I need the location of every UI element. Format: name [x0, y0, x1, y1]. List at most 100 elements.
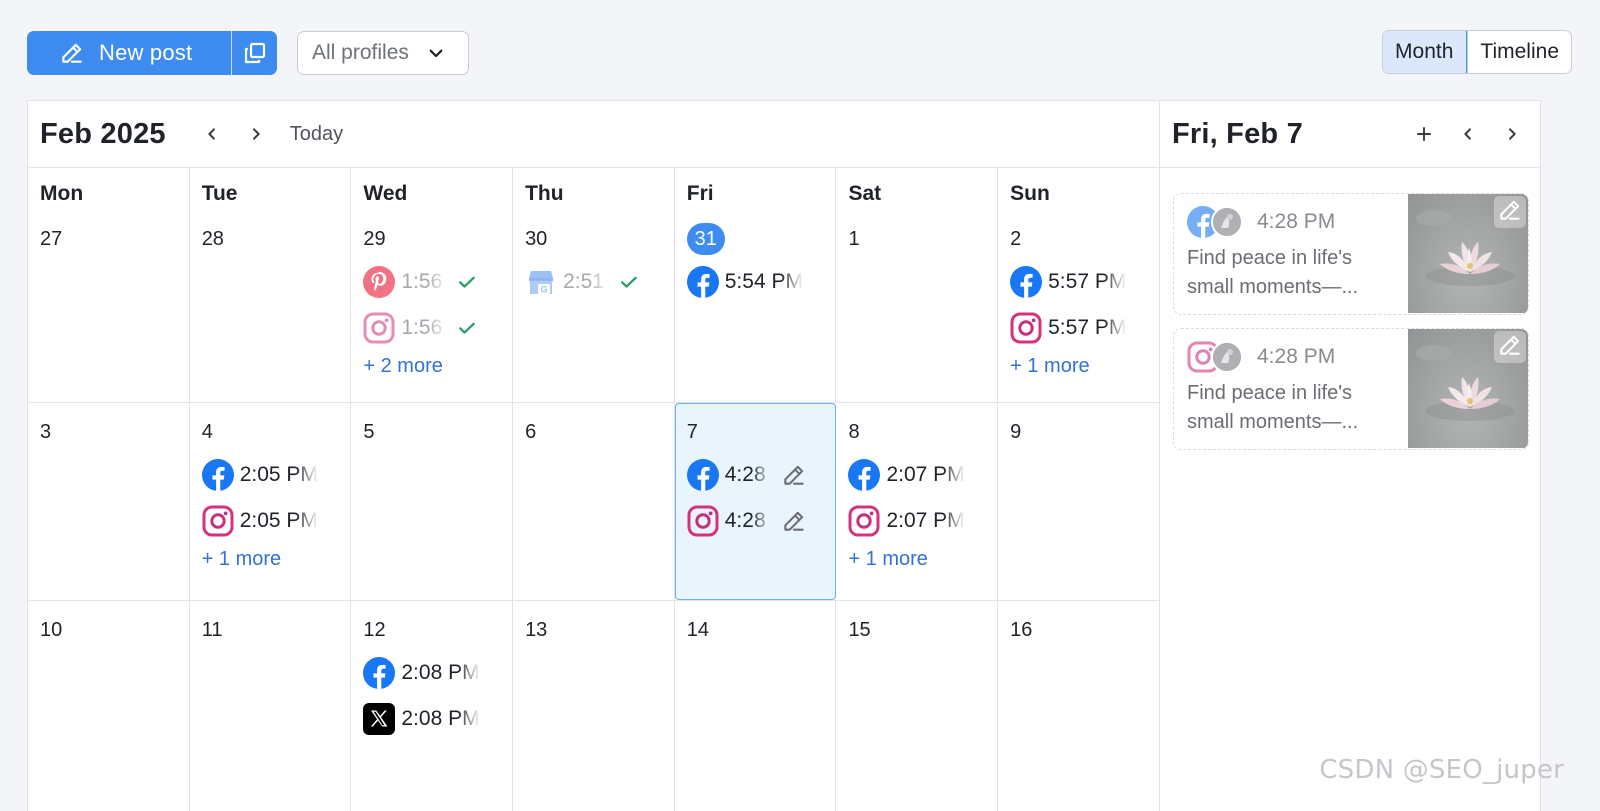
calendar-day-cell[interactable]: 6 — [513, 403, 675, 600]
calendar-day-cell[interactable]: Tue 28 — [190, 168, 352, 402]
check-icon — [457, 272, 477, 292]
scheduled-post[interactable]: 1:56 PM — [363, 311, 500, 345]
day-number-label: 11 — [201, 618, 223, 641]
more-posts-link[interactable]: + 1 more — [848, 548, 985, 574]
scheduled-post[interactable]: 2:08 PM — [363, 702, 500, 736]
edit-icon[interactable] — [781, 508, 807, 534]
edit-icon[interactable] — [781, 462, 807, 488]
post-time: 5:54 PM — [724, 270, 803, 294]
day-number: 15 — [848, 616, 985, 644]
copy-icon — [244, 42, 265, 64]
check-icon — [457, 318, 477, 338]
post-avatars — [1187, 341, 1245, 373]
profiles-dropdown-label: All profiles — [312, 41, 409, 64]
calendar-day-cell[interactable]: 15 — [836, 601, 999, 811]
weekday-header: Tue — [201, 182, 238, 205]
prev-day-button[interactable] — [1448, 114, 1488, 154]
day-number-label: 10 — [40, 618, 63, 641]
post-preview-time: 4:28 PM — [1257, 345, 1336, 368]
post-time: 4:28 PM — [725, 463, 773, 487]
post-preview-card[interactable]: 4:28 PM Find peace in life's small moment… — [1173, 193, 1529, 315]
day-number-label: 7 — [686, 420, 698, 443]
calendar-day-cell[interactable]: 11 — [190, 601, 352, 811]
calendar-day-cell[interactable]: 4 2:05 PM 2:05 PM + 1 more — [190, 403, 352, 600]
scheduled-post[interactable]: 2:05 PM — [201, 458, 339, 492]
day-number-label: 4 — [201, 420, 213, 443]
calendar-day-cell[interactable]: 16 — [998, 601, 1160, 811]
calendar-day-cell[interactable]: 3 — [28, 403, 190, 600]
prev-month-button[interactable] — [190, 114, 234, 154]
calendar-day-cell[interactable]: 9 — [998, 403, 1160, 600]
instagram-icon — [848, 505, 880, 537]
weekday-header: Mon — [40, 182, 84, 205]
more-posts-link[interactable]: + 1 more — [1010, 355, 1148, 381]
day-panel-title: Fri, Feb 7 — [1172, 117, 1303, 150]
check-icon — [619, 272, 639, 292]
new-post-split-button: New post — [27, 31, 277, 75]
calendar-day-cell[interactable]: 8 2:07 PM 2:07 PM + 1 more — [836, 403, 999, 600]
scheduled-post[interactable]: 4:28 PM — [687, 504, 824, 538]
scheduled-post[interactable]: 2:08 PM — [363, 656, 500, 690]
scheduled-post[interactable]: 4:28 PM — [686, 458, 824, 492]
calendar-day-cell[interactable]: Thu 30 G 2:51 PM — [513, 168, 675, 402]
day-number: 13 — [525, 616, 662, 644]
calendar-day-cell[interactable]: 10 — [28, 601, 190, 811]
new-post-label: New post — [99, 40, 193, 65]
day-number-label: 29 — [363, 227, 386, 250]
view-month-button[interactable]: Month — [1382, 31, 1468, 73]
day-number-label: 12 — [363, 618, 386, 641]
add-post-button[interactable] — [1404, 114, 1444, 154]
view-timeline-button[interactable]: Timeline — [1467, 31, 1571, 73]
post-preview-card[interactable]: 4:28 PM Find peace in life's small moment… — [1173, 328, 1529, 450]
more-posts-link[interactable]: + 2 more — [363, 355, 500, 381]
scheduled-post[interactable]: G 2:51 PM — [525, 265, 662, 299]
calendar-day-cell[interactable]: 13 — [513, 601, 675, 811]
calendar-day-cell[interactable]: 5 — [351, 403, 514, 600]
day-number-label: 1 — [848, 227, 860, 250]
calendar-day-cell[interactable]: Mon 27 — [28, 168, 190, 402]
day-number: 28 — [202, 225, 339, 253]
day-number: 3 — [40, 418, 177, 446]
calendar-day-cell[interactable]: 7 4:28 PM 4:28 PM — [674, 403, 837, 600]
day-number: 2 — [1010, 225, 1148, 253]
calendar-day-cell[interactable]: Wed 29 1:56 PM 1:56 PM + 2 more — [351, 168, 514, 402]
scheduled-post[interactable]: 5:57 PM — [1010, 311, 1148, 345]
chevron-left-icon — [1464, 128, 1471, 140]
day-number-label: 28 — [201, 227, 224, 250]
scheduled-post[interactable]: 2:05 PM — [202, 504, 339, 538]
calendar-day-cell[interactable]: 14 — [675, 601, 837, 811]
watermark: CSDN @SEO_juper — [1319, 755, 1564, 785]
scheduled-post[interactable]: 1:56 PM — [363, 265, 500, 299]
next-day-button[interactable] — [1492, 114, 1532, 154]
new-post-button[interactable]: New post — [27, 31, 232, 75]
post-time: 2:51 PM — [563, 270, 612, 294]
day-number-label: 8 — [848, 420, 860, 443]
duplicate-post-button[interactable] — [232, 31, 277, 75]
calendar-day-cell[interactable]: Sun 2 5:57 PM 5:57 PM + 1 more — [998, 168, 1160, 402]
scheduled-post[interactable]: 2:07 PM — [848, 504, 985, 538]
post-time: 2:05 PM — [239, 463, 318, 487]
calendar-day-cell[interactable]: Sat 1 — [836, 168, 999, 402]
calendar-week-row: 3 4 2:05 PM 2:05 PM + 1 more 5 6 7 4:28 PM 4:28 P… — [28, 403, 1160, 601]
day-number-label: 27 — [40, 227, 63, 250]
next-month-button[interactable] — [234, 114, 278, 154]
scheduled-post[interactable]: 5:57 PM — [1010, 265, 1148, 299]
today-button[interactable]: Today — [290, 123, 343, 146]
scheduled-post[interactable]: 5:54 PM — [686, 265, 824, 299]
edit-post-button[interactable] — [1494, 331, 1526, 363]
day-number-label: 9 — [1010, 420, 1022, 443]
post-time: 2:07 PM — [886, 463, 965, 487]
pinterest-icon — [363, 266, 396, 298]
day-number: 10 — [40, 616, 177, 644]
calendar-day-cell[interactable]: Fri 31 5:54 PM — [675, 168, 837, 402]
calendar-day-cell[interactable]: 12 2:08 PM 2:08 PM — [351, 601, 514, 811]
post-time: 2:07 PM — [886, 509, 965, 533]
edit-post-button[interactable] — [1494, 196, 1526, 228]
profiles-dropdown[interactable]: All profiles — [297, 31, 469, 75]
more-posts-link[interactable]: + 1 more — [202, 548, 339, 574]
day-number: 16 — [1010, 616, 1148, 644]
scheduled-post[interactable]: 2:07 PM — [848, 458, 985, 492]
post-time: 2:08 PM — [401, 661, 480, 685]
pencil-icon — [1497, 332, 1523, 363]
facebook-icon — [686, 266, 719, 298]
